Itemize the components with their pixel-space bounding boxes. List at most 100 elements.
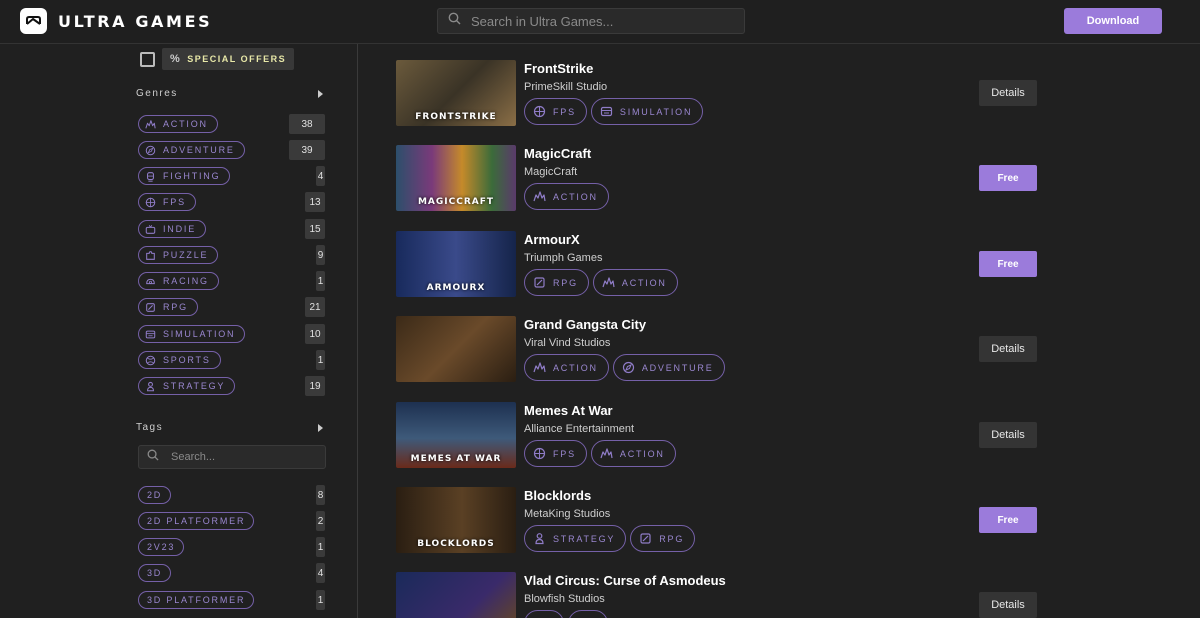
tag-filter-pill[interactable]: 3D xyxy=(138,564,172,582)
game-list-item[interactable]: MAGICCRAFT MagicCraft MagicCraft ACTION … xyxy=(396,145,1038,211)
game-genre-tag[interactable]: ACTION xyxy=(592,269,678,296)
genre-pill[interactable]: PUZZLE xyxy=(138,246,219,264)
game-details-button[interactable]: Details xyxy=(979,592,1037,618)
game-genre-tag[interactable]: FPS xyxy=(524,440,587,467)
tag-filter-pill[interactable]: 3D PLATFORMER xyxy=(138,591,255,609)
tag-search[interactable] xyxy=(138,445,326,469)
sports-icon xyxy=(145,355,156,366)
game-title[interactable]: ArmourX xyxy=(524,232,580,247)
genre-filter-adventure[interactable]: ADVENTURE xyxy=(138,141,245,159)
genre-pill[interactable]: FIGHTING xyxy=(138,167,231,185)
game-genre-label: RPG xyxy=(659,533,685,544)
genre-pill[interactable]: SIMULATION xyxy=(138,325,246,343)
adventure-icon xyxy=(145,145,156,156)
genre-count: 10 xyxy=(305,324,325,344)
genre-pill[interactable]: FPS xyxy=(138,193,196,211)
game-genre-tag[interactable]: ACTION xyxy=(524,354,609,381)
ultra-games-logo[interactable]: ULTRA GAMES xyxy=(20,8,212,34)
game-genre-tag[interactable]: RPG xyxy=(524,269,589,296)
game-list-item[interactable]: Grand Gangsta City Viral Vind Studios AC… xyxy=(396,316,1038,382)
action-icon xyxy=(600,447,613,460)
tags-expand-icon[interactable] xyxy=(318,424,323,432)
game-title[interactable]: Grand Gangsta City xyxy=(524,317,646,332)
game-genre-tag[interactable]: ADVENTURE xyxy=(612,354,725,381)
game-title[interactable]: Blocklords xyxy=(524,488,591,503)
game-details-button[interactable]: Details xyxy=(979,422,1037,448)
game-list-item[interactable]: VLAD CIRCUS Vlad Circus: Curse of Asmode… xyxy=(396,572,1038,618)
genre-label: SIMULATION xyxy=(163,329,236,339)
game-genre-tag[interactable]: FPS xyxy=(524,98,587,125)
game-genre-label: ACTION xyxy=(619,448,665,459)
global-search[interactable] xyxy=(437,8,745,34)
action-icon xyxy=(533,361,546,374)
game-title[interactable]: FrontStrike xyxy=(524,61,593,76)
game-genre-tag[interactable]: ACTION xyxy=(590,440,676,467)
genre-pill[interactable]: RPG xyxy=(138,298,198,316)
game-thumbnail[interactable]: FRONTSTRIKE xyxy=(396,60,516,126)
global-search-input[interactable] xyxy=(471,13,731,29)
game-genre-tag[interactable]: ACTION xyxy=(524,183,609,210)
puzzle-icon xyxy=(145,250,156,261)
genre-filter-racing[interactable]: RACING xyxy=(138,272,219,290)
game-title[interactable]: Memes At War xyxy=(524,403,613,418)
genre-filter-indie[interactable]: INDIE xyxy=(138,220,207,238)
genre-label: ACTION xyxy=(163,119,208,129)
tag-filter-pill[interactable]: 2D xyxy=(138,486,172,504)
game-title[interactable]: MagicCraft xyxy=(524,146,591,161)
tag-filter-pill[interactable]: 2V23 xyxy=(138,538,185,556)
genre-filter-fps[interactable]: FPS xyxy=(138,193,196,211)
game-list-item[interactable]: FRONTSTRIKE FrontStrike PrimeSkill Studi… xyxy=(396,60,1038,126)
game-studio: MetaKing Studios xyxy=(524,508,611,520)
game-list-item[interactable]: BLOCKLORDS Blocklords MetaKing Studios S… xyxy=(396,487,1038,553)
genre-filter-fighting[interactable]: FIGHTING xyxy=(138,167,231,185)
game-tags: FPS SIMULATION xyxy=(524,98,707,125)
action-icon xyxy=(602,276,615,289)
genre-filter-puzzle[interactable]: PUZZLE xyxy=(138,246,219,264)
genre-pill[interactable]: SPORTS xyxy=(138,351,221,369)
game-free-button[interactable]: Free xyxy=(979,165,1037,191)
genre-filter-sports[interactable]: SPORTS xyxy=(138,351,221,369)
game-genre-tag[interactable]: RPG xyxy=(630,525,696,552)
genre-pill[interactable]: ACTION xyxy=(138,115,218,133)
game-genre-tag[interactable]: SIMULATION xyxy=(590,98,704,125)
genre-count: 4 xyxy=(316,166,325,186)
game-genre-tag[interactable] xyxy=(568,610,608,618)
game-details-button[interactable]: Details xyxy=(979,336,1037,362)
game-title[interactable]: Vlad Circus: Curse of Asmodeus xyxy=(524,573,726,588)
game-genre-tag[interactable] xyxy=(524,610,564,618)
genre-filter-action[interactable]: ACTION xyxy=(138,115,218,133)
game-list-item[interactable]: ARMOURX ArmourX Triumph Games RPG ACTION… xyxy=(396,231,1038,297)
tag-search-input[interactable] xyxy=(171,451,321,463)
ultra-logo-icon xyxy=(20,8,47,34)
genre-filter-strategy[interactable]: STRATEGY xyxy=(138,377,236,395)
game-free-button[interactable]: Free xyxy=(979,251,1037,277)
game-genre-label: SIMULATION xyxy=(619,106,693,117)
genres-expand-icon[interactable] xyxy=(318,90,323,98)
game-thumbnail[interactable] xyxy=(396,316,516,382)
download-button[interactable]: Download xyxy=(1064,8,1162,34)
genre-pill[interactable]: RACING xyxy=(138,272,219,290)
special-offers-checkbox[interactable] xyxy=(140,51,155,67)
genre-pill[interactable]: ADVENTURE xyxy=(138,141,245,159)
game-genre-tag[interactable]: STRATEGY xyxy=(524,525,627,552)
tag-filter-pill[interactable]: 2D PLATFORMER xyxy=(138,512,255,530)
game-tags: STRATEGY RPG xyxy=(524,525,699,552)
game-thumbnail[interactable]: VLAD CIRCUS xyxy=(396,572,516,618)
game-thumbnail[interactable]: MAGICCRAFT xyxy=(396,145,516,211)
genre-count: 9 xyxy=(316,245,325,265)
game-list-item[interactable]: MEMES AT WAR Memes At War Alliance Enter… xyxy=(396,402,1038,468)
game-thumbnail[interactable]: BLOCKLORDS xyxy=(396,487,516,553)
genre-pill[interactable]: INDIE xyxy=(138,220,207,238)
genre-label: ADVENTURE xyxy=(163,145,235,155)
special-offers-chip[interactable]: % SPECIAL OFFERS xyxy=(162,48,295,70)
crosshair-icon xyxy=(145,197,156,208)
tags-title: Tags xyxy=(136,422,164,433)
genre-pill[interactable]: STRATEGY xyxy=(138,377,236,395)
genre-filter-rpg[interactable]: RPG xyxy=(138,298,198,316)
game-thumbnail[interactable]: ARMOURX xyxy=(396,231,516,297)
genre-filter-simulation[interactable]: SIMULATION xyxy=(138,325,246,343)
game-free-button[interactable]: Free xyxy=(979,507,1037,533)
game-thumbnail[interactable]: MEMES AT WAR xyxy=(396,402,516,468)
game-details-button[interactable]: Details xyxy=(979,80,1037,106)
game-genre-label: FPS xyxy=(553,448,576,459)
